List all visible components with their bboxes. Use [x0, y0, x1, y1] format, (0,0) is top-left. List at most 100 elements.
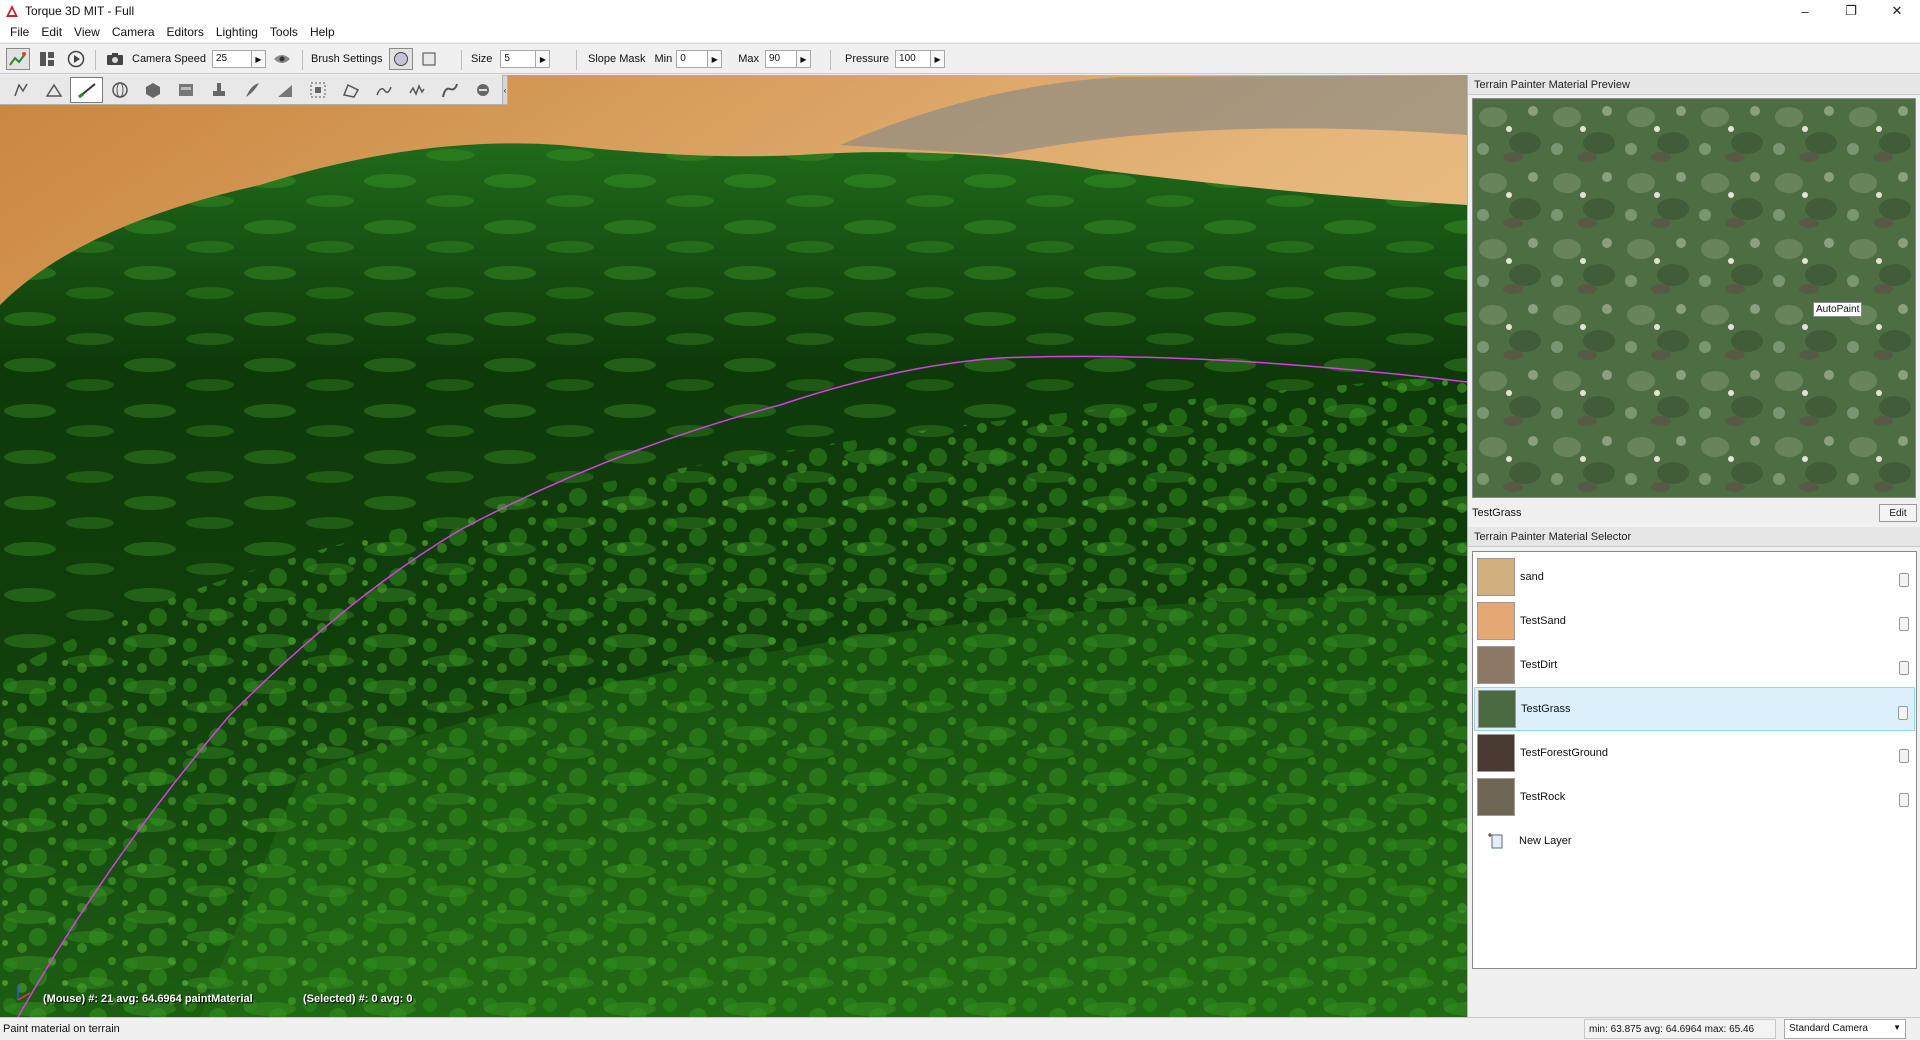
autopaint-badge[interactable]: AutoPaint — [1813, 302, 1863, 317]
list-item[interactable]: TestRock — [1474, 775, 1915, 819]
scene-viewport[interactable]: ‹ (Mouse) #: 21 avg: 64.6964 paintMateri… — [0, 75, 1467, 1017]
material-label: TestDirt — [1520, 659, 1558, 671]
selected-stats: (Selected) #: 0 avg: 0 — [303, 993, 413, 1005]
slope-mask-label: Slope Mask — [588, 53, 646, 65]
play-game-button[interactable] — [64, 48, 88, 70]
slope-min-arrow-icon[interactable]: ▶ — [708, 50, 723, 68]
slope-max-arrow-icon[interactable]: ▶ — [797, 50, 811, 68]
erosion-icon — [441, 83, 458, 97]
palette-tool-erosion[interactable] — [433, 77, 466, 103]
box-brush-button[interactable] — [417, 48, 441, 70]
circle-brush-button[interactable] — [388, 48, 413, 70]
brush-settings-label: Brush Settings — [311, 53, 383, 65]
palette-tool-feather[interactable] — [235, 77, 268, 103]
slope-min-label: Min — [654, 53, 673, 65]
material-swatch — [1477, 602, 1515, 640]
new-layer-icon — [1488, 833, 1503, 849]
trash-icon[interactable] — [1898, 706, 1908, 720]
stamp-icon — [212, 82, 225, 96]
trash-icon[interactable] — [1899, 793, 1909, 807]
main-toolbar: Camera Speed 25 ▶ Brush Settings Size 5 … — [0, 43, 1920, 74]
material-name: TestGrass — [1472, 507, 1522, 519]
trash-icon[interactable] — [1899, 661, 1909, 675]
camera-button[interactable] — [103, 48, 127, 70]
status-bar: Paint material on terrain min: 63.875 av… — [0, 1017, 1920, 1040]
slope-min-field[interactable]: 0 — [676, 50, 709, 68]
menu-help[interactable]: Help — [304, 25, 341, 39]
material-label: TestSand — [1520, 615, 1566, 627]
visibility-button[interactable] — [270, 48, 294, 70]
menu-bar: File Edit View Camera Editors Lighting T… — [0, 22, 1920, 42]
palette-tool-flatten[interactable] — [334, 77, 367, 103]
world-editor-button[interactable] — [6, 48, 30, 70]
play-icon — [67, 50, 85, 68]
trash-icon[interactable] — [1899, 749, 1909, 763]
list-item[interactable]: TestSand — [1474, 599, 1915, 643]
trash-icon[interactable] — [1899, 617, 1909, 631]
palette-tool-sphere[interactable] — [103, 77, 136, 103]
menu-file[interactable]: File — [4, 25, 35, 39]
material-name-row: TestGrass Edit — [1468, 503, 1920, 523]
palette-tool-clear[interactable] — [466, 77, 499, 103]
material-label: TestForestGround — [1520, 747, 1609, 759]
material-swatch — [1477, 558, 1515, 596]
palette-tool-terrain-block[interactable] — [169, 77, 202, 103]
camera-speed-field[interactable]: 25 — [212, 50, 252, 68]
camera-mode-select[interactable]: Standard Camera ▼ — [1784, 1019, 1906, 1039]
noise-icon — [408, 83, 425, 96]
height-stats: min: 63.875 avg: 64.6964 max: 65.46 — [1584, 1019, 1776, 1039]
list-item[interactable]: TestForestGround — [1474, 731, 1915, 775]
menu-edit[interactable]: Edit — [35, 25, 68, 39]
trash-icon[interactable] — [1899, 573, 1909, 587]
raise-height-icon — [45, 83, 62, 97]
camera-speed-arrow-icon[interactable]: ▶ — [252, 50, 266, 68]
palette-tool-select[interactable] — [4, 77, 37, 103]
palette-tool-slope[interactable] — [268, 77, 301, 103]
size-field[interactable]: 5 — [500, 50, 537, 68]
size-arrow-icon[interactable]: ▶ — [536, 50, 551, 68]
world-editor-icon — [9, 52, 26, 66]
close-button[interactable]: ✕ — [1874, 0, 1920, 22]
list-item[interactable]: sand — [1474, 555, 1915, 599]
mouse-stats: (Mouse) #: 21 avg: 64.6964 paintMaterial — [43, 993, 253, 1005]
terrain-block-icon — [178, 83, 193, 96]
pressure-field[interactable]: 100 — [895, 50, 932, 68]
palette-tool-smooth[interactable] — [367, 77, 400, 103]
menu-tools[interactable]: Tools — [264, 25, 304, 39]
pressure-arrow-icon[interactable]: ▶ — [931, 50, 946, 68]
new-layer-item[interactable]: New Layer — [1474, 819, 1915, 863]
feather-icon — [245, 82, 259, 97]
slope-max-field[interactable]: 90 — [765, 50, 797, 68]
slope-icon — [277, 84, 292, 97]
edit-material-button[interactable]: Edit — [1879, 504, 1917, 522]
material-label: TestGrass — [1521, 703, 1571, 715]
material-label: TestRock — [1520, 791, 1566, 803]
select-arrow-icon — [13, 82, 28, 96]
preview-panel-title: Terrain Painter Material Preview — [1468, 75, 1920, 95]
box-brush-icon — [422, 52, 436, 66]
menu-lighting[interactable]: Lighting — [210, 25, 264, 39]
menu-editors[interactable]: Editors — [161, 25, 210, 39]
chevron-down-icon: ▼ — [1893, 1023, 1901, 1032]
material-preview: AutoPaint — [1472, 98, 1916, 498]
list-item[interactable]: TestDirt — [1474, 643, 1915, 687]
gui-editor-button[interactable] — [35, 48, 59, 70]
palette-collapse-icon[interactable]: ‹ — [502, 75, 508, 105]
paint-material-icon — [77, 82, 96, 98]
menu-view[interactable]: View — [68, 25, 106, 39]
material-swatch — [1477, 734, 1515, 772]
palette-tool-scale[interactable] — [301, 77, 334, 103]
minimize-button[interactable]: – — [1782, 0, 1828, 22]
palette-tool-cube[interactable] — [136, 77, 169, 103]
palette-tool-noise[interactable] — [400, 77, 433, 103]
material-swatch — [1477, 646, 1515, 684]
restore-button[interactable]: ❐ — [1828, 0, 1874, 22]
terrain-painter-panel: Terrain Painter Material Preview AutoPai… — [1467, 75, 1920, 1017]
palette-tool-stamp[interactable] — [202, 77, 235, 103]
cube-icon — [145, 82, 160, 98]
menu-camera[interactable]: Camera — [106, 25, 161, 39]
palette-tool-paint[interactable] — [70, 76, 103, 103]
palette-tool-raise[interactable] — [37, 77, 70, 103]
list-item-selected[interactable]: TestGrass — [1474, 687, 1915, 731]
terrain-render — [0, 75, 1467, 1017]
